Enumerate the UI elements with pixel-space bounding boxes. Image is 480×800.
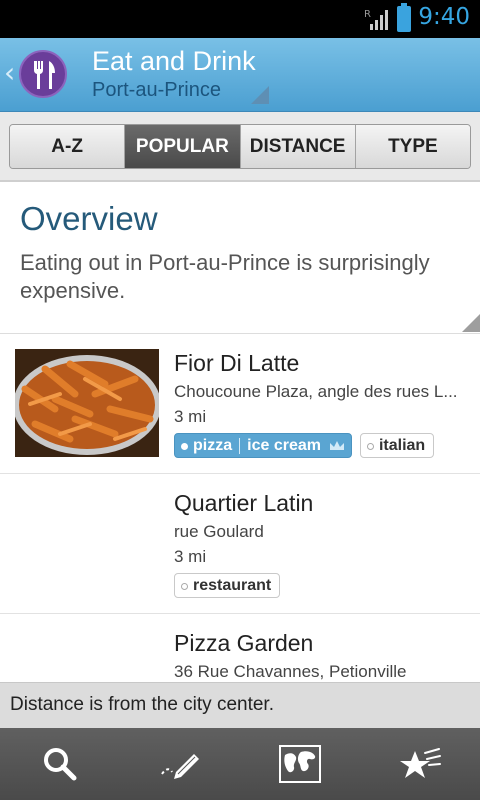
sort-tabs: A-Z POPULAR DISTANCE TYPE [9, 124, 471, 169]
tag-label: italian [378, 436, 426, 454]
bottom-toolbar [0, 728, 480, 800]
place-address: Choucoune Plaza, angle des rues L... [174, 382, 458, 401]
place-address: 36 Rue Chavannes, Petionville [174, 662, 407, 681]
tab-type[interactable]: TYPE [355, 125, 470, 168]
edit-icon [161, 754, 199, 779]
tab-a-z[interactable]: A-Z [10, 125, 126, 168]
roaming-label: R [364, 9, 371, 20]
overview-text: Eating out in Port-au-Prince is surprisi… [20, 250, 430, 303]
place-distance: 3 mi [174, 547, 207, 566]
tag-list: restaurant [174, 573, 281, 598]
search-button[interactable] [0, 728, 120, 800]
tag-list: pizza ice cream italian [174, 433, 435, 458]
map-button[interactable] [240, 728, 360, 800]
list-item[interactable]: Fior Di Latte Choucoune Plaza, angle des… [0, 334, 480, 474]
overview-title: Overview [20, 200, 158, 237]
tag-featured[interactable]: pizza ice cream [174, 433, 352, 458]
tag-label: pizza [193, 436, 233, 454]
battery-icon [397, 3, 411, 32]
place-name: Pizza Garden [174, 630, 314, 656]
distance-note: Distance is from the city center. [0, 682, 480, 728]
chevron-left-icon[interactable]: ‹ [4, 56, 15, 89]
app-header: ‹ Eat and Drink Port-au-Prince [0, 38, 480, 112]
status-time: 9:40 [418, 4, 470, 30]
write-review-button[interactable] [120, 728, 240, 800]
search-icon [44, 748, 77, 781]
place-address: rue Goulard [174, 522, 264, 541]
tab-distance[interactable]: DISTANCE [240, 125, 356, 168]
dropdown-indicator-icon[interactable] [251, 86, 269, 104]
tab-popular[interactable]: POPULAR [125, 125, 241, 168]
place-name: Fior Di Latte [174, 350, 300, 376]
map-icon [279, 745, 321, 783]
place-distance: 3 mi [174, 407, 207, 426]
tag-label: restaurant [193, 576, 272, 594]
favorites-button[interactable] [360, 728, 480, 800]
fork-knife-icon[interactable] [19, 50, 67, 98]
tag-divider [239, 437, 241, 454]
place-photo [15, 349, 159, 457]
crown-icon [329, 440, 344, 450]
expand-indicator-icon[interactable] [462, 314, 480, 332]
page-title: Eat and Drink [92, 46, 256, 76]
overview-section[interactable]: Overview Eating out in Port-au-Prince is… [0, 184, 480, 334]
tag[interactable]: italian [359, 433, 435, 458]
status-bar: R 9:40 [0, 0, 480, 38]
place-name: Quartier Latin [174, 490, 314, 516]
signal-icon: R [364, 9, 388, 30]
distance-note-text: Distance is from the city center. [10, 694, 274, 715]
city-selector[interactable]: Port-au-Prince [92, 79, 221, 102]
favorites-icon [400, 748, 441, 778]
tag-label: ice cream [247, 436, 321, 454]
list-item[interactable]: Quartier Latin rue Goulard 3 mi restaura… [0, 474, 480, 614]
tag[interactable]: restaurant [174, 573, 281, 598]
